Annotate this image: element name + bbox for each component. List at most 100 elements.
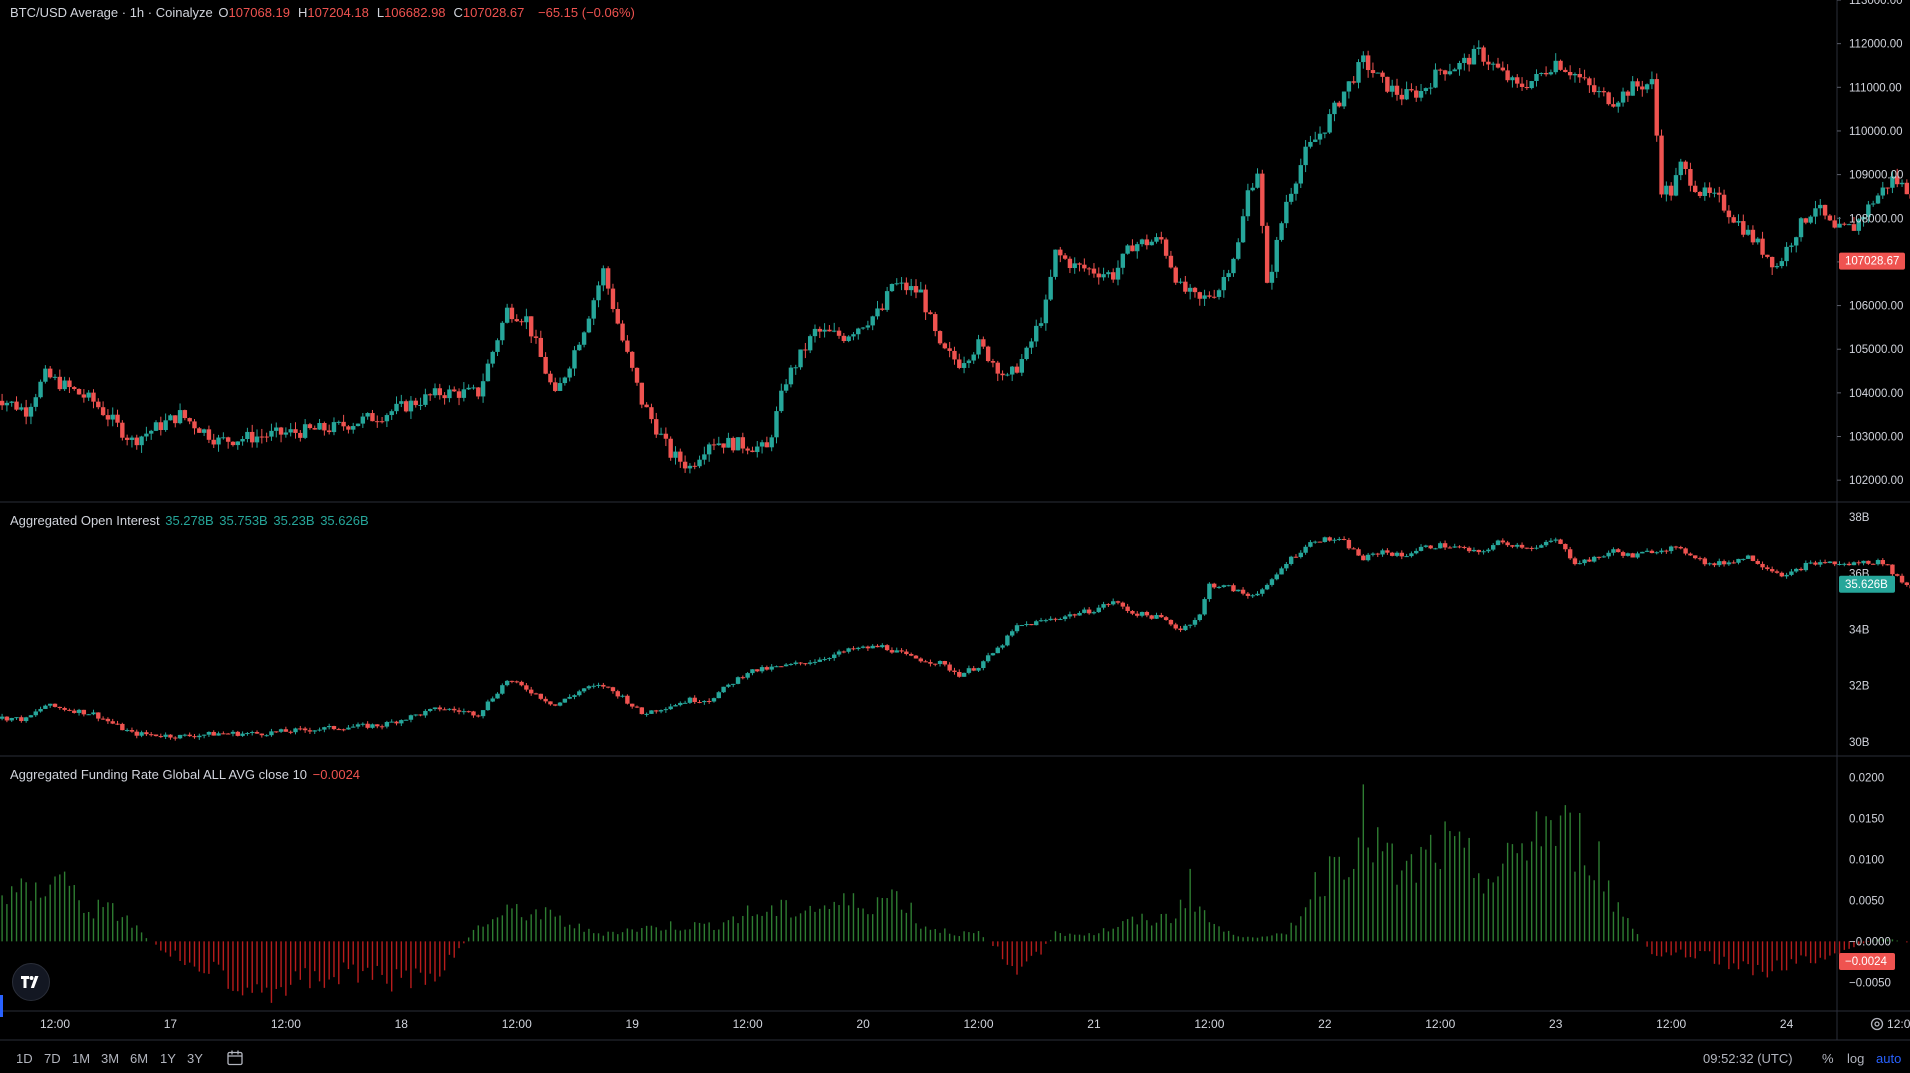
price-candle-20	[86, 390, 91, 402]
candle-body	[1606, 552, 1611, 557]
candle-body	[1885, 564, 1890, 566]
candle-body	[779, 666, 784, 668]
candle-body	[1822, 204, 1828, 216]
price-candle-273	[1303, 140, 1308, 173]
price-candle-371	[1774, 263, 1780, 269]
price-legend: BTC/USD Average · 1h · Coinalyze O107068…	[10, 5, 637, 20]
price-candle-72	[336, 420, 341, 425]
candle-body	[952, 670, 957, 672]
price-candle-93	[437, 383, 442, 400]
candle-body	[1058, 619, 1063, 621]
price-candle-292	[1394, 78, 1400, 101]
price-candle-298	[1423, 87, 1429, 95]
calendar-range-icon[interactable]	[226, 1049, 244, 1067]
timeframe-1d[interactable]: 1D	[16, 1051, 33, 1066]
price-candle-324	[1548, 69, 1554, 76]
price-candle-36	[163, 413, 168, 432]
timeframe-3y[interactable]: 3Y	[187, 1051, 203, 1066]
price-candle-58	[269, 423, 274, 441]
oi-candle-321	[1534, 545, 1539, 550]
candle-body	[971, 668, 976, 671]
oi-candle-127	[601, 682, 606, 689]
price-candle-278	[1327, 109, 1332, 135]
settings-gear-icon[interactable]	[1869, 1016, 1885, 1032]
price-candle-137	[649, 403, 654, 424]
oi-candle-262	[1250, 593, 1255, 598]
candle-body	[1539, 545, 1544, 548]
candle-body	[480, 381, 486, 397]
oi-candle-257	[1226, 584, 1231, 587]
oi-candle-219	[1043, 618, 1049, 623]
candle-body	[947, 348, 952, 351]
price-candle-206	[981, 336, 986, 349]
price-candle-117	[553, 377, 558, 393]
candle-body	[928, 662, 933, 664]
candle-body	[1548, 72, 1554, 75]
tradingview-logo-icon[interactable]	[12, 963, 50, 1001]
oi-candle-333	[1592, 555, 1597, 563]
oi-candle-386	[1846, 561, 1852, 566]
candle-body	[461, 711, 467, 713]
candle-body	[201, 734, 207, 736]
candle-body	[860, 646, 866, 648]
oi-candle-276	[1317, 541, 1323, 543]
price-candle-190	[904, 277, 909, 295]
oi-title[interactable]: Aggregated Open Interest	[10, 513, 160, 528]
candle-body	[1827, 215, 1833, 221]
timeframe-6m[interactable]: 6M	[130, 1051, 148, 1066]
candle-body	[452, 708, 457, 711]
oi-candle-305	[1457, 545, 1462, 549]
symbol-title[interactable]: BTC/USD Average · 1h · Coinalyze	[10, 5, 213, 20]
price-candle-62	[288, 423, 293, 437]
fr-tick-label: 0.0050	[1849, 895, 1884, 907]
candle-body	[1832, 561, 1837, 565]
price-candle-305	[1457, 60, 1462, 76]
price-candle-272	[1298, 158, 1303, 189]
price-candle-120	[567, 366, 572, 382]
oi-candle-351	[1678, 545, 1683, 550]
price-candle-73	[341, 414, 346, 431]
price-candle-216	[1029, 338, 1034, 355]
candle-body	[586, 686, 592, 689]
timeframe-3m[interactable]: 3M	[101, 1051, 119, 1066]
auto-toggle[interactable]: auto	[1876, 1051, 1901, 1066]
timeframe-7d[interactable]: 7D	[44, 1051, 61, 1066]
candle-body	[856, 647, 861, 650]
oi-candle-109	[514, 680, 519, 684]
oi-candle-309	[1476, 549, 1481, 555]
oi-tick-label: 32B	[1849, 681, 1870, 693]
oi-candle-367	[1755, 558, 1760, 565]
oi-candle-106	[500, 683, 505, 695]
candle-body	[567, 696, 572, 699]
clock-utc[interactable]: 09:52:32 (UTC)	[1703, 1051, 1793, 1066]
oi-candle-382	[1827, 561, 1833, 564]
chart-canvas[interactable]: 113000.00112000.00111000.00110000.001090…	[0, 0, 1910, 1073]
oi-candle-324	[1548, 538, 1554, 543]
candle-body	[687, 697, 693, 703]
percent-toggle[interactable]: %	[1822, 1051, 1834, 1066]
timeframe-1m[interactable]: 1M	[72, 1051, 90, 1066]
timeframe-1y[interactable]: 1Y	[160, 1051, 176, 1066]
price-candle-159	[755, 440, 760, 458]
candle-body	[1000, 645, 1005, 648]
price-candle-144	[682, 455, 688, 473]
candle-body	[0, 716, 5, 719]
candle-body	[1779, 572, 1784, 577]
candle-body	[1510, 545, 1515, 547]
candle-body	[601, 684, 606, 687]
candle-body	[216, 437, 221, 445]
log-toggle[interactable]: log	[1847, 1051, 1864, 1066]
oi-candle-235	[1120, 601, 1126, 610]
oi-candle-271	[1293, 554, 1299, 558]
candle-body	[817, 328, 822, 332]
candle-body	[875, 645, 880, 648]
price-candle-87	[408, 396, 414, 419]
candle-body	[1861, 560, 1866, 564]
fr-tick-label: 0.0100	[1849, 854, 1884, 866]
candle-body	[1808, 562, 1813, 564]
oi-candle-362	[1731, 560, 1736, 564]
oi-candle-239	[1139, 611, 1145, 618]
candle-body	[1702, 187, 1708, 196]
fr-title[interactable]: Aggregated Funding Rate Global ALL AVG c…	[10, 767, 307, 782]
candle-body	[384, 415, 390, 422]
